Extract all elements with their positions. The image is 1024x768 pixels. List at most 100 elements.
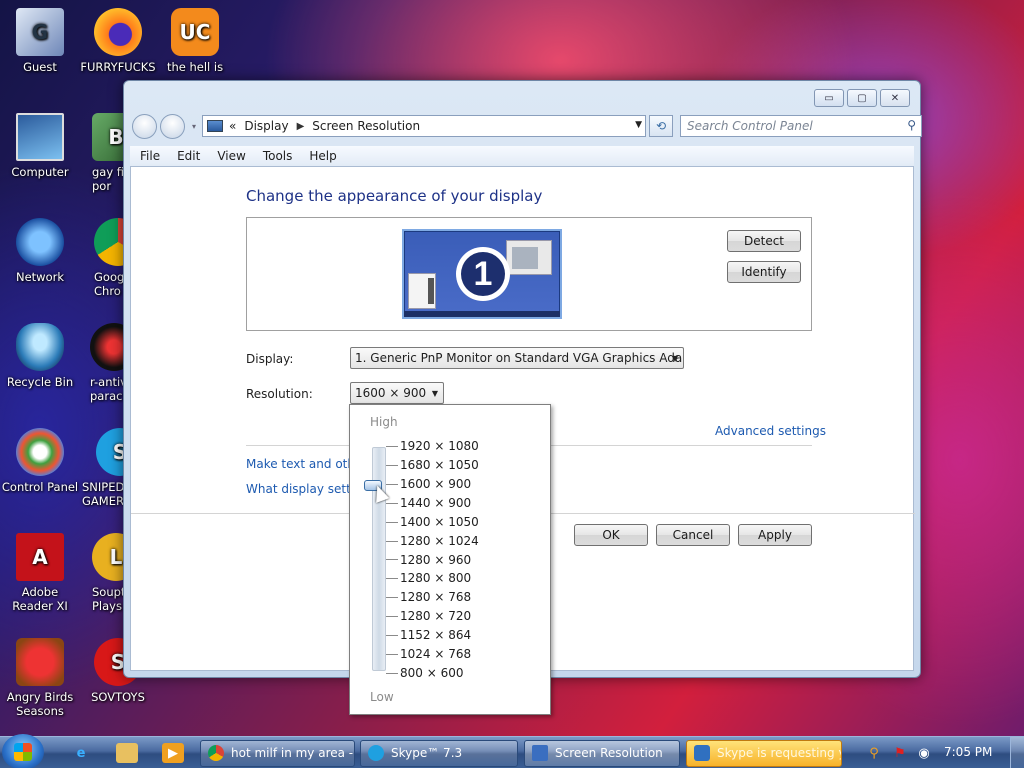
menu-bar: File Edit View Tools Help	[130, 146, 914, 166]
skype-request-icon	[694, 745, 710, 761]
resolution-option[interactable]: 1024 × 768	[400, 647, 471, 661]
adobe-reader-icon: A	[16, 533, 64, 581]
cancel-button[interactable]: Cancel	[656, 524, 730, 546]
resolution-dropdown: High 1920 × 1080 1680 × 1050 1600 × 900 …	[349, 404, 551, 715]
detect-button[interactable]: Detect	[727, 230, 801, 252]
slider-tick	[386, 597, 398, 599]
recycle-bin-icon	[16, 323, 64, 371]
desktop-icon-guest[interactable]: G Guest	[0, 8, 80, 74]
resolution-select[interactable]: 1600 × 900 ▼	[350, 382, 444, 404]
ok-button[interactable]: OK	[574, 524, 648, 546]
desktop-icon-uc-browser[interactable]: UC the hell is	[155, 8, 235, 74]
breadcrumb-screen-resolution[interactable]: Screen Resolution	[312, 119, 420, 133]
resolution-option[interactable]: 1440 × 900	[400, 496, 471, 510]
breadcrumb-root[interactable]: «	[229, 119, 236, 133]
display-preview: 1 Detect Identify	[246, 217, 812, 331]
control-panel-icon	[16, 428, 64, 476]
resolution-option[interactable]: 1280 × 960	[400, 553, 471, 567]
maximize-icon: ▢	[857, 92, 867, 104]
display-select[interactable]: 1. Generic PnP Monitor on Standard VGA G…	[350, 347, 684, 369]
firefox-icon	[94, 8, 142, 56]
resolution-option[interactable]: 1280 × 768	[400, 590, 471, 604]
close-button[interactable]: ✕	[880, 89, 910, 107]
desktop-icon-computer[interactable]: Computer	[0, 113, 80, 179]
menu-file[interactable]: File	[140, 149, 160, 163]
desktop-icon-adobe-reader[interactable]: A Adobe Reader XI	[0, 533, 80, 613]
search-input[interactable]: Search Control Panel ⚲	[680, 115, 922, 137]
volume-tray-icon[interactable]: ◉	[916, 745, 932, 761]
chrome-icon	[208, 745, 224, 761]
recent-pages-dropdown-icon[interactable]: ▾	[192, 122, 196, 131]
desktop-icon-network[interactable]: Network	[0, 218, 80, 284]
search-tray-icon[interactable]: ⚲	[866, 745, 882, 761]
maximize-button[interactable]: ▢	[847, 89, 877, 107]
menu-tools[interactable]: Tools	[263, 149, 293, 163]
taskbar-button-chrome[interactable]: hot milf in my area - ...	[200, 740, 355, 767]
start-button[interactable]	[2, 734, 44, 768]
menu-help[interactable]: Help	[309, 149, 336, 163]
resolution-option[interactable]: 1152 × 864	[400, 628, 471, 642]
breadcrumb-separator-icon[interactable]: ▶	[297, 121, 305, 132]
monitor-1-preview[interactable]: 1	[402, 229, 562, 319]
identify-button[interactable]: Identify	[727, 261, 801, 283]
preview-window-icon	[506, 240, 552, 275]
taskbar-button-skype-request[interactable]: Skype is requesting y...	[686, 740, 842, 767]
slider-tick	[386, 521, 398, 523]
slider-tick	[386, 635, 398, 636]
flag-tray-icon[interactable]: ⚑	[892, 745, 908, 761]
preview-taskbar	[404, 311, 560, 317]
back-button[interactable]	[132, 114, 157, 139]
resolution-option[interactable]: 1680 × 1050	[400, 458, 479, 472]
resolution-option[interactable]: 1280 × 1024	[400, 534, 479, 548]
desktop-icon-control-panel[interactable]: Control Panel	[0, 428, 80, 494]
slider-tick	[386, 559, 398, 561]
forward-button[interactable]	[160, 114, 185, 139]
minimize-button[interactable]: ▭	[814, 89, 844, 107]
resolution-option[interactable]: 1400 × 1050	[400, 515, 479, 529]
page-title: Change the appearance of your display	[246, 187, 543, 205]
address-bar[interactable]: « Display ▶ Screen Resolution ▼	[202, 115, 646, 137]
display-icon	[207, 120, 223, 132]
windows-logo-icon	[14, 743, 32, 761]
angry-birds-icon	[16, 638, 64, 686]
desktop-icon-furryfucks[interactable]: FURRYFUCKS	[78, 8, 158, 74]
desktop-icon-recycle-bin[interactable]: Recycle Bin	[0, 323, 80, 389]
monitor-number-badge: 1	[456, 247, 510, 301]
chevron-down-icon: ▼	[431, 389, 438, 398]
uc-browser-icon: UC	[171, 8, 219, 56]
preview-document-icon	[408, 273, 436, 309]
slider-tick	[386, 540, 398, 542]
search-placeholder: Search Control Panel	[687, 119, 813, 133]
resolution-option[interactable]: 1600 × 900	[400, 477, 471, 491]
address-dropdown-icon[interactable]: ▼	[635, 120, 642, 130]
resolution-option[interactable]: 1920 × 1080	[400, 439, 479, 453]
apply-button[interactable]: Apply	[738, 524, 812, 546]
slider-tick	[386, 446, 398, 447]
slider-tick	[386, 672, 398, 674]
refresh-button[interactable]: ⟲	[649, 115, 673, 137]
resolution-option[interactable]: 1280 × 800	[400, 571, 471, 585]
menu-edit[interactable]: Edit	[177, 149, 200, 163]
breadcrumb-display[interactable]: Display	[244, 119, 288, 133]
explorer-quicklaunch-icon[interactable]	[116, 743, 138, 763]
skype-icon	[368, 745, 384, 761]
taskbar-button-skype[interactable]: Skype™ 7.3	[360, 740, 518, 767]
display-label: Display:	[246, 352, 294, 366]
resolution-option[interactable]: 800 × 600	[400, 666, 464, 680]
search-icon[interactable]: ⚲	[907, 118, 916, 132]
display-icon	[532, 745, 548, 761]
ie-quicklaunch-icon[interactable]: e	[70, 743, 92, 763]
menu-view[interactable]: View	[217, 149, 245, 163]
media-player-quicklaunch-icon[interactable]: ▶	[162, 743, 184, 763]
resolution-option[interactable]: 1280 × 720	[400, 609, 471, 623]
minimize-icon: ▭	[824, 92, 834, 104]
advanced-settings-link[interactable]: Advanced settings	[715, 424, 826, 438]
show-desktop-button[interactable]	[1010, 737, 1024, 768]
taskbar-button-screen-resolution[interactable]: Screen Resolution	[524, 740, 680, 767]
slider-tick	[386, 616, 398, 618]
clock[interactable]: 7:05 PM	[944, 745, 992, 759]
computer-icon	[16, 113, 64, 161]
slider-tick	[386, 653, 398, 655]
desktop-icon-gay-fi[interactable]: Bgay fi por	[70, 113, 140, 193]
desktop-icon-angry-birds[interactable]: Angry Birds Seasons	[0, 638, 80, 718]
